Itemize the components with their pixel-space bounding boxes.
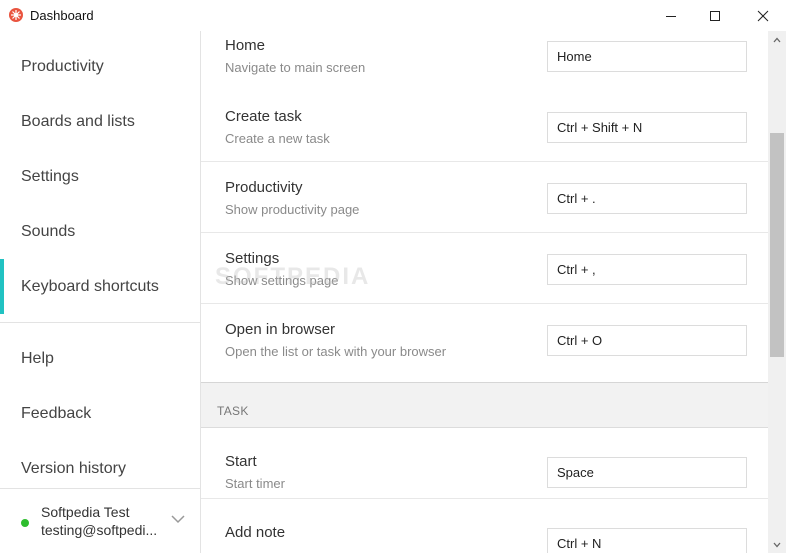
sidebar-item-boards-and-lists[interactable]: Boards and lists <box>0 94 200 149</box>
minimize-icon <box>666 15 676 17</box>
section-header-task: TASK <box>201 382 768 428</box>
section-label: TASK <box>217 404 249 418</box>
shortcut-row-settings: Settings Show settings page Ctrl + , <box>201 233 768 304</box>
close-button[interactable] <box>740 0 786 31</box>
shortcut-title: Home <box>225 37 266 54</box>
scroll-thumb[interactable] <box>770 133 784 357</box>
shortcut-row-productivity: Productivity Show productivity page Ctrl… <box>201 162 768 233</box>
shortcut-description: Start timer <box>225 476 285 491</box>
chevron-up-icon <box>773 37 781 42</box>
sidebar-item-productivity[interactable]: Productivity <box>0 39 200 94</box>
chevron-down-icon[interactable] <box>171 514 185 524</box>
shortcut-description: Navigate to main screen <box>225 60 366 75</box>
shortcut-description: Show settings page <box>225 273 339 288</box>
sidebar-item-sounds[interactable]: Sounds <box>0 204 200 259</box>
shortcut-description: Create a new task <box>225 131 330 146</box>
shortcut-title: Productivity <box>225 179 303 196</box>
sidebar-item-feedback[interactable]: Feedback <box>0 386 200 441</box>
shortcut-key-field[interactable]: Ctrl + Shift + N <box>547 112 747 143</box>
shortcut-title: Add note <box>225 524 286 541</box>
shortcut-row-create-task: Create task Create a new task Ctrl + Shi… <box>201 91 768 162</box>
sidebar-item-help[interactable]: Help <box>0 331 200 386</box>
sidebar-item-settings[interactable]: Settings <box>0 149 200 204</box>
sidebar-divider <box>0 322 200 323</box>
shortcut-title: Settings <box>225 250 280 267</box>
shortcut-description: Show productivity page <box>225 202 360 217</box>
shortcut-key-field[interactable]: Ctrl + N <box>547 528 747 553</box>
shortcut-key-field[interactable]: Space <box>547 457 747 488</box>
minimize-button[interactable] <box>648 0 694 31</box>
shortcut-title: Open in browser <box>225 321 336 338</box>
chevron-down-icon <box>773 542 781 547</box>
user-account[interactable]: Softpedia Test testing@softpedi... <box>0 488 200 553</box>
shortcut-row-start: Start Start timer Space <box>201 428 768 499</box>
app-logo-icon <box>9 8 23 22</box>
shortcut-key-field[interactable]: Home <box>547 41 747 72</box>
window-title: Dashboard <box>30 8 94 23</box>
sidebar-item-keyboard-shortcuts[interactable]: Keyboard shortcuts <box>0 259 200 314</box>
shortcut-title: Start <box>225 453 257 470</box>
title-bar: Dashboard <box>0 0 786 31</box>
shortcut-row-open-in-browser: Open in browser Open the list or task wi… <box>201 304 768 375</box>
user-email: testing@softpedi... <box>41 522 158 538</box>
shortcut-row-add-note: Add note Ctrl + N <box>201 507 768 553</box>
scroll-down-button[interactable] <box>768 536 786 553</box>
shortcut-description: Open the list or task with your browser <box>225 344 447 359</box>
shortcuts-panel: Home Navigate to main screen Home Create… <box>201 31 768 553</box>
shortcut-key-field[interactable]: Ctrl + O <box>547 325 747 356</box>
maximize-button[interactable] <box>692 0 738 31</box>
close-icon <box>757 10 769 21</box>
sidebar: Productivity Boards and lists Settings S… <box>0 31 201 553</box>
shortcut-key-field[interactable]: Ctrl + , <box>547 254 747 285</box>
online-status-icon <box>21 519 29 527</box>
scroll-up-button[interactable] <box>768 31 786 48</box>
maximize-icon <box>710 10 720 21</box>
user-name: Softpedia Test <box>41 504 130 520</box>
shortcut-title: Create task <box>225 108 302 125</box>
shortcut-key-field[interactable]: Ctrl + . <box>547 183 747 214</box>
vertical-scrollbar[interactable] <box>768 31 786 553</box>
